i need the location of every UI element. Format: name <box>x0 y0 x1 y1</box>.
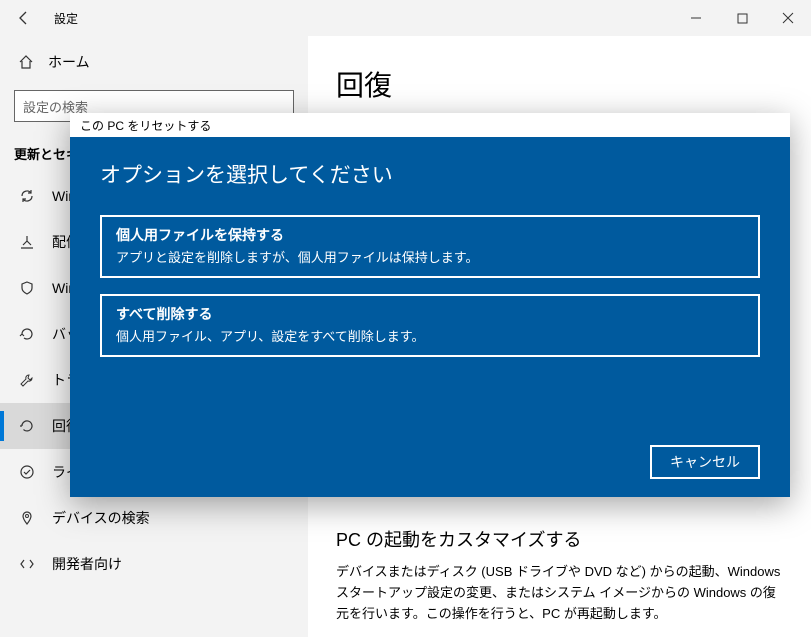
window-titlebar: 設定 <box>0 0 811 36</box>
window-title: 設定 <box>48 10 78 27</box>
check-icon <box>18 464 36 480</box>
sidebar-home-label: ホーム <box>48 52 90 72</box>
delivery-icon <box>18 234 36 250</box>
option-title: すべて削除する <box>116 304 744 324</box>
option-desc: 個人用ファイル、アプリ、設定をすべて削除します。 <box>116 326 744 345</box>
dialog-heading: オプションを選択してください <box>100 159 760 189</box>
sync-icon <box>18 188 36 204</box>
backup-icon <box>18 326 36 342</box>
option-remove-all[interactable]: すべて削除する 個人用ファイル、アプリ、設定をすべて削除します。 <box>100 294 760 357</box>
sidebar-home[interactable]: ホーム <box>0 42 308 82</box>
dialog-titlebar: この PC をリセットする <box>70 113 790 137</box>
close-button[interactable] <box>765 0 811 36</box>
location-icon <box>18 510 36 526</box>
sidebar-item-label: デバイスの検索 <box>52 508 150 528</box>
reset-pc-dialog: この PC をリセットする オプションを選択してください 個人用ファイルを保持す… <box>70 113 790 497</box>
cancel-button[interactable]: キャンセル <box>650 445 760 479</box>
page-title: 回復 <box>336 64 787 104</box>
recovery-icon <box>18 418 36 434</box>
code-icon <box>18 556 36 572</box>
sidebar-item-find-device[interactable]: デバイスの検索 <box>0 495 308 541</box>
maximize-button[interactable] <box>719 0 765 36</box>
boot-heading: PC の起動をカスタマイズする <box>336 526 787 552</box>
minimize-button[interactable] <box>673 0 719 36</box>
home-icon <box>18 54 34 70</box>
option-desc: アプリと設定を削除しますが、個人用ファイルは保持します。 <box>116 247 744 266</box>
back-button[interactable] <box>0 0 48 36</box>
option-keep-files[interactable]: 個人用ファイルを保持する アプリと設定を削除しますが、個人用ファイルは保持します… <box>100 215 760 278</box>
sidebar-item-label: 開発者向け <box>52 554 122 574</box>
sidebar-item-developer[interactable]: 開発者向け <box>0 541 308 587</box>
boot-text: デバイスまたはディスク (USB ドライブや DVD など) からの起動、Win… <box>336 562 787 624</box>
wrench-icon <box>18 372 36 388</box>
shield-icon <box>18 280 36 296</box>
option-title: 個人用ファイルを保持する <box>116 225 744 245</box>
